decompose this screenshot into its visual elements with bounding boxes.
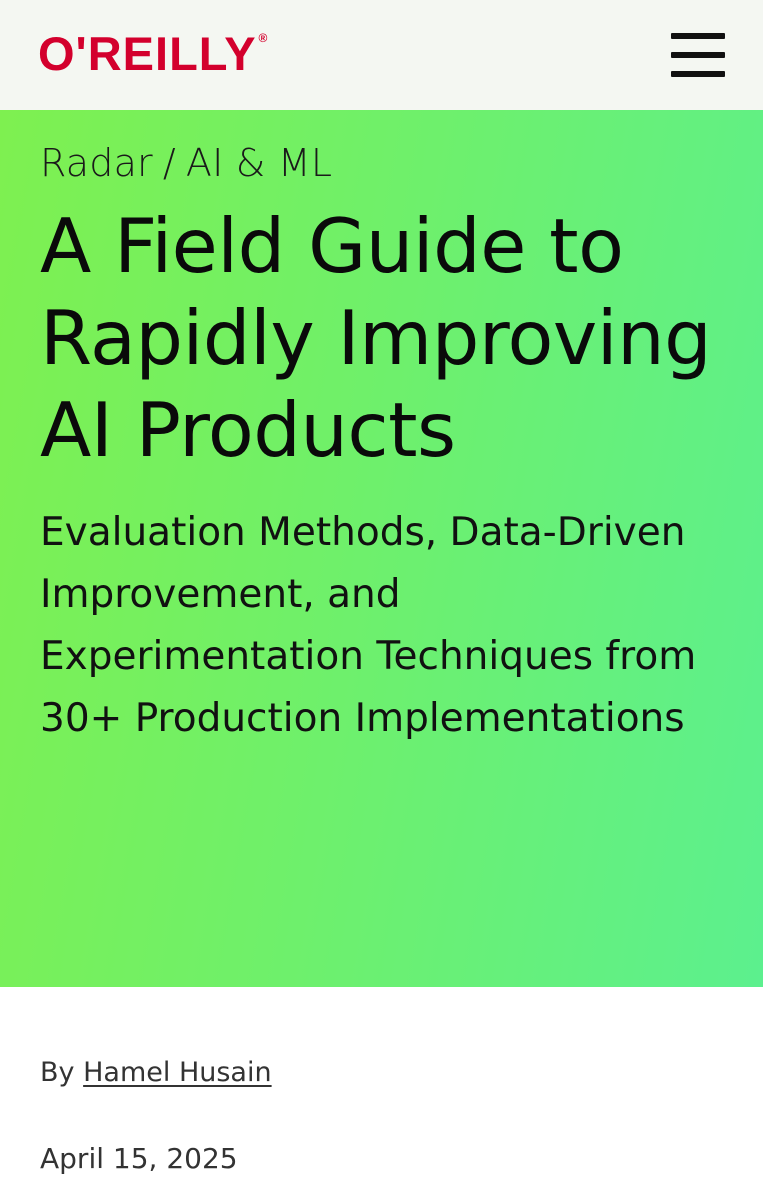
- breadcrumb: Radar / AI & ML: [40, 140, 723, 186]
- by-label: By: [40, 1057, 75, 1088]
- publish-date: April 15, 2025: [40, 1142, 238, 1175]
- menu-bar-middle: [671, 52, 725, 58]
- article-subtitle: Evaluation Methods, Data-Driven Improvem…: [40, 510, 697, 741]
- hamburger-menu-icon[interactable]: [671, 33, 725, 77]
- oreilly-logo[interactable]: O'REILLY ®: [38, 30, 268, 77]
- menu-bar-top: [671, 33, 725, 39]
- article-title: A Field Guide to Rapidly Improving AI Pr…: [40, 202, 712, 474]
- breadcrumb-ai-ml[interactable]: AI & ML: [186, 141, 332, 185]
- logo-text: O'REILLY: [38, 26, 257, 80]
- registered-mark: ®: [258, 30, 269, 45]
- article-hero: Radar / AI & ML A Field Guide to Rapidly I…: [0, 110, 763, 987]
- menu-bar-bottom: [671, 71, 725, 77]
- site-header: O'REILLY ®: [0, 0, 763, 110]
- author-link[interactable]: Hamel Husain: [83, 1057, 272, 1088]
- byline: By Hamel Husain: [40, 1057, 272, 1088]
- breadcrumb-separator: /: [162, 141, 176, 185]
- breadcrumb-radar[interactable]: Radar: [40, 141, 153, 185]
